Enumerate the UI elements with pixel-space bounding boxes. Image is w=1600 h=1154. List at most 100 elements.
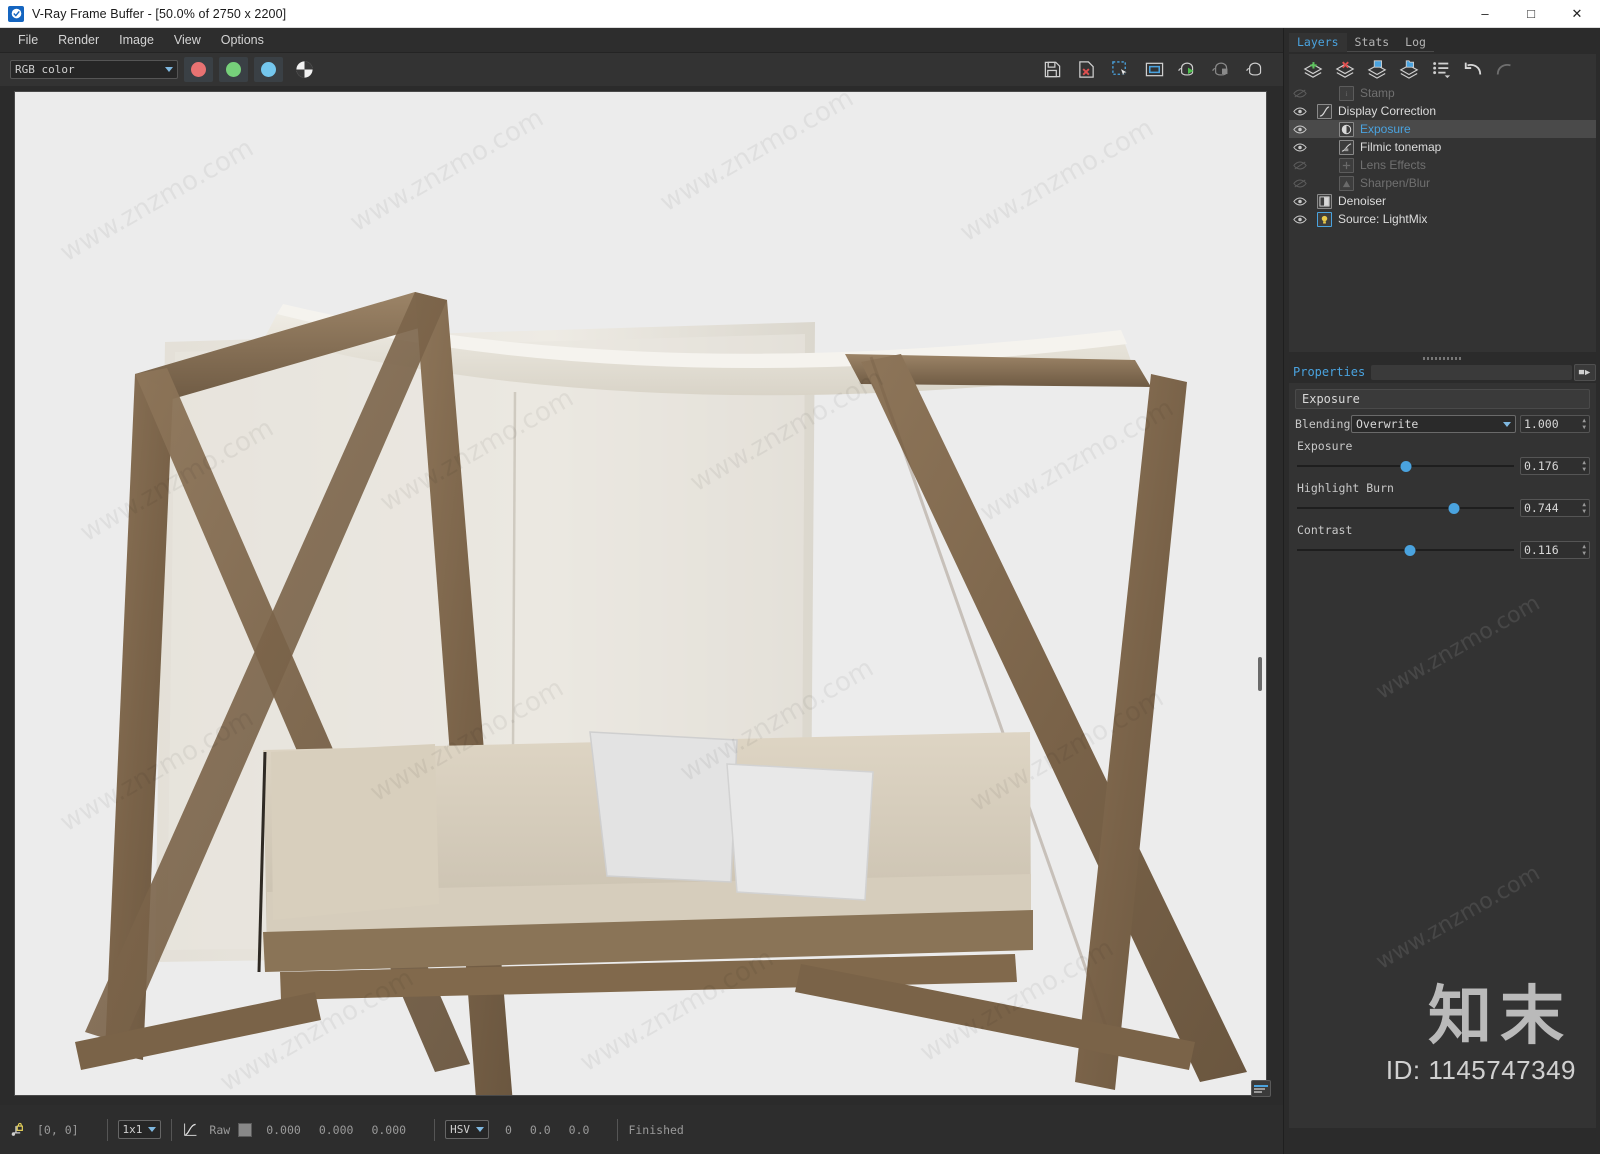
color-mode-select[interactable]: HSV	[445, 1120, 489, 1139]
channel-select[interactable]: RGB color	[10, 60, 178, 79]
pixel-coordinates: [0, 0]	[37, 1122, 79, 1137]
minimize-button[interactable]: –	[1462, 0, 1508, 28]
layer-row[interactable]: Filmic tonemap	[1289, 138, 1596, 156]
visibility-toggle-off-icon[interactable]	[1289, 160, 1311, 171]
teapot-stop-icon	[1212, 62, 1228, 76]
tab-log[interactable]: Log	[1397, 33, 1434, 52]
start-render-button[interactable]	[1173, 56, 1203, 83]
layer-row[interactable]: Sharpen/Blur	[1289, 174, 1596, 192]
divider	[617, 1118, 619, 1141]
tab-layers[interactable]: Layers	[1289, 33, 1347, 52]
exposure-slider[interactable]	[1295, 457, 1516, 475]
load-layer-icon	[1399, 60, 1419, 79]
exposure-value-field[interactable]: 0.176 ▲ ▼	[1520, 457, 1590, 475]
layer-row[interactable]: Display Correction	[1289, 102, 1596, 120]
region-select-icon	[1111, 61, 1128, 77]
alpha-channel-button[interactable]	[291, 57, 317, 82]
tab-stats[interactable]: Stats	[1346, 33, 1398, 52]
layer-row[interactable]: Exposure	[1289, 120, 1596, 138]
visibility-toggle-off-icon[interactable]	[1289, 178, 1311, 189]
maximize-button[interactable]: □	[1508, 0, 1554, 28]
visibility-toggle-icon[interactable]	[1289, 214, 1311, 225]
layer-row[interactable]: Source: LightMix	[1289, 210, 1596, 228]
spinner-icon[interactable]: ▲ ▼	[1582, 543, 1586, 557]
chevron-down-icon	[165, 67, 173, 72]
layer-presets-button[interactable]	[1427, 57, 1455, 81]
histogram-icon	[1254, 1084, 1268, 1087]
red-channel-icon	[191, 62, 206, 77]
stop-render-button[interactable]	[1207, 56, 1237, 83]
collapse-panel-button[interactable]	[1574, 363, 1596, 381]
green-channel-button[interactable]	[219, 57, 248, 82]
redo-button[interactable]	[1491, 57, 1519, 81]
blending-select[interactable]: Overwrite	[1351, 415, 1516, 433]
menu-render[interactable]: Render	[48, 30, 109, 50]
undo-button[interactable]	[1459, 57, 1487, 81]
clear-image-button[interactable]	[1071, 56, 1101, 83]
panel-splitter[interactable]	[1289, 355, 1596, 362]
red-channel-button[interactable]	[184, 57, 213, 82]
spinner-icon[interactable]: ▲ ▼	[1582, 501, 1586, 515]
histogram-button[interactable]	[1251, 1080, 1271, 1097]
sharpen-blur-icon	[1339, 175, 1354, 191]
splitter-grip-icon	[1422, 357, 1463, 360]
layer-name: Lens Effects	[1360, 158, 1426, 172]
close-button[interactable]: ✕	[1554, 0, 1600, 28]
spinner-icon[interactable]: ▲ ▼	[1582, 417, 1586, 431]
contrast-slider-row: 0.116 ▲ ▼	[1295, 541, 1590, 559]
contrast-slider[interactable]	[1295, 541, 1516, 559]
render-content	[15, 92, 1266, 1095]
menu-options[interactable]: Options	[211, 30, 274, 50]
visibility-toggle-icon[interactable]	[1289, 124, 1311, 135]
layer-row[interactable]: Lens Effects	[1289, 156, 1596, 174]
fit-to-window-button[interactable]	[1139, 56, 1169, 83]
layer-row[interactable]: i Stamp	[1289, 84, 1596, 102]
blue-channel-button[interactable]	[254, 57, 283, 82]
viewport-scroll-indicator[interactable]	[1258, 657, 1262, 691]
save-layer-button[interactable]	[1363, 57, 1391, 81]
visibility-toggle-off-icon[interactable]	[1289, 88, 1311, 99]
menu-view[interactable]: View	[164, 30, 211, 50]
region-render-button[interactable]	[1105, 56, 1135, 83]
slider-handle[interactable]	[1448, 502, 1460, 514]
load-layer-button[interactable]	[1395, 57, 1423, 81]
pixel-lock-icon[interactable]	[10, 1121, 27, 1138]
highlight-burn-slider[interactable]	[1295, 499, 1516, 517]
save-image-button[interactable]	[1037, 56, 1067, 83]
visibility-toggle-icon[interactable]	[1289, 142, 1311, 153]
hsv-value-h: 0	[504, 1122, 512, 1137]
save-layer-icon	[1367, 60, 1387, 79]
delete-layer-button[interactable]	[1331, 57, 1359, 81]
layer-row[interactable]: Denoiser	[1289, 192, 1596, 210]
sample-size-select[interactable]: 1x1	[117, 1120, 162, 1139]
layer-name: Exposure	[1360, 122, 1411, 136]
render-viewport[interactable]: www.znzmo.com www.znzmo.com www.znzmo.co…	[14, 91, 1267, 1096]
menu-image[interactable]: Image	[109, 30, 164, 50]
slider-handle[interactable]	[1404, 544, 1416, 556]
right-dock: Layers Stats Log i Stamp Display Correct…	[1283, 28, 1600, 1154]
image-pane: www.znzmo.com www.znzmo.com www.znzmo.co…	[0, 86, 1283, 1105]
layer-name: Filmic tonemap	[1360, 140, 1442, 154]
slider-handle[interactable]	[1400, 460, 1411, 472]
visibility-toggle-icon[interactable]	[1289, 106, 1311, 117]
curve-icon[interactable]	[182, 1121, 199, 1138]
layer-list[interactable]: i Stamp Display Correction Exposure Film…	[1289, 84, 1596, 352]
blue-channel-icon	[261, 62, 276, 77]
layer-name: Display Correction	[1338, 104, 1437, 118]
green-channel-icon	[226, 62, 241, 77]
layer-name-field[interactable]: Exposure	[1295, 389, 1590, 409]
layer-name: Source: LightMix	[1338, 212, 1428, 226]
blending-amount-field[interactable]: 1.000 ▲ ▼	[1520, 415, 1590, 433]
raw-label: Raw	[209, 1122, 231, 1137]
contrast-value-field[interactable]: 0.116 ▲ ▼	[1520, 541, 1590, 559]
visibility-toggle-icon[interactable]	[1289, 196, 1311, 207]
resume-render-button[interactable]	[1241, 56, 1271, 83]
divider	[434, 1118, 436, 1141]
add-layer-button[interactable]	[1299, 57, 1327, 81]
spinner-icon[interactable]: ▲ ▼	[1582, 459, 1586, 473]
menu-file[interactable]: File	[8, 30, 48, 50]
contrast-slider-label: Contrast	[1297, 523, 1353, 537]
layer-name: Sharpen/Blur	[1360, 176, 1431, 190]
blending-value: Overwrite	[1356, 417, 1419, 431]
highlight-burn-value-field[interactable]: 0.744 ▲ ▼	[1520, 499, 1590, 517]
